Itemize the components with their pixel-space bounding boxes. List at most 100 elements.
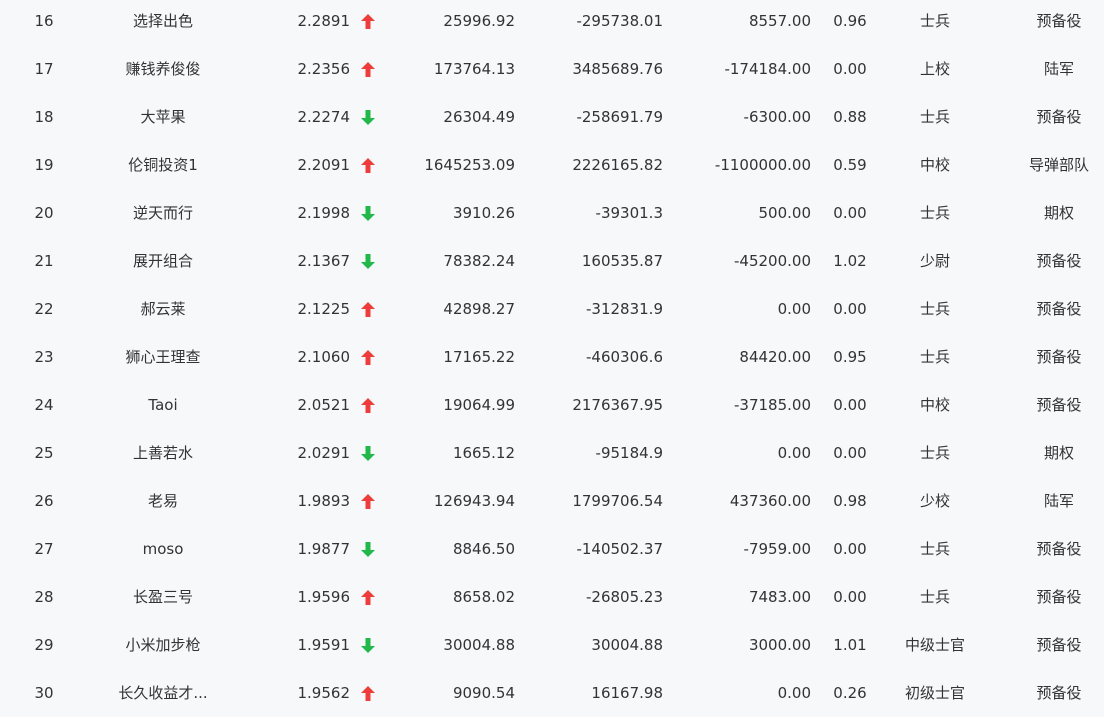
level-cell: 士兵 xyxy=(919,300,950,318)
rank-cell: 22 xyxy=(34,300,54,318)
ratio-cell: 0.95 xyxy=(833,348,867,366)
level-cell: 士兵 xyxy=(919,588,950,606)
ratio-cell: 0.00 xyxy=(833,396,867,414)
rank-cell: 30 xyxy=(34,684,54,702)
name-cell[interactable]: 长盈三号 xyxy=(95,573,231,621)
value3-cell: -6300.00 xyxy=(743,108,811,126)
arrow-down-icon xyxy=(358,189,378,237)
arrow-up-icon xyxy=(358,285,378,333)
value2-cell: 30004.88 xyxy=(591,636,663,654)
rank-cell: 16 xyxy=(34,12,54,30)
level-cell: 中校 xyxy=(919,396,950,414)
ranking-table: 16 选择出色 2.2891 25996.92 -295738.01 8557.… xyxy=(0,0,1104,717)
score-cell: 1.9877 xyxy=(297,540,351,558)
rank-cell: 20 xyxy=(34,204,54,222)
score-cell: 1.9562 xyxy=(297,684,351,702)
name-cell[interactable]: 郝云莱 xyxy=(95,285,231,333)
name-cell[interactable]: 长久收益才... xyxy=(95,669,231,717)
rank-cell: 17 xyxy=(34,60,54,78)
table-row[interactable]: 19 伦铜投资1 2.2091 1645253.09 2226165.82 -1… xyxy=(0,141,1104,189)
arrow-up-icon xyxy=(358,381,378,429)
value1-cell: 42898.27 xyxy=(443,300,515,318)
name-cell[interactable]: 狮心王理查 xyxy=(95,333,231,381)
level-cell: 少校 xyxy=(919,492,950,510)
table-row[interactable]: 24 Taoi 2.0521 19064.99 2176367.95 -3718… xyxy=(0,381,1104,429)
table-row[interactable]: 16 选择出色 2.2891 25996.92 -295738.01 8557.… xyxy=(0,0,1104,45)
level-cell: 士兵 xyxy=(919,540,950,558)
level-cell: 士兵 xyxy=(919,444,950,462)
name-cell[interactable]: 展开组合 xyxy=(95,237,231,285)
table-row[interactable]: 27 moso 1.9877 8846.50 -140502.37 -7959.… xyxy=(0,525,1104,573)
table-row[interactable]: 28 长盈三号 1.9596 8658.02 -26805.23 7483.00… xyxy=(0,573,1104,621)
table-row[interactable]: 23 狮心王理查 2.1060 17165.22 -460306.6 84420… xyxy=(0,333,1104,381)
name-cell[interactable]: 老易 xyxy=(95,477,231,525)
level-cell: 士兵 xyxy=(919,348,950,366)
table-row[interactable]: 29 小米加步枪 1.9591 30004.88 30004.88 3000.0… xyxy=(0,621,1104,669)
rank-cell: 25 xyxy=(34,444,54,462)
value1-cell: 8658.02 xyxy=(452,588,515,606)
value3-cell: -1100000.00 xyxy=(714,156,811,174)
value1-cell: 1665.12 xyxy=(452,444,515,462)
table-row[interactable]: 30 长久收益才... 1.9562 9090.54 16167.98 0.00… xyxy=(0,669,1104,717)
value2-cell: -140502.37 xyxy=(576,540,663,558)
rank-cell: 29 xyxy=(34,636,54,654)
level-cell: 中级士官 xyxy=(904,636,965,654)
score-cell: 2.1225 xyxy=(297,300,351,318)
table-row[interactable]: 17 赚钱养俊俊 2.2356 173764.13 3485689.76 -17… xyxy=(0,45,1104,93)
value2-cell: 16167.98 xyxy=(591,684,663,702)
ratio-cell: 0.59 xyxy=(833,156,867,174)
value2-cell: -295738.01 xyxy=(576,12,663,30)
ratio-cell: 1.02 xyxy=(833,252,867,270)
level-cell: 初级士官 xyxy=(904,684,965,702)
name-cell[interactable]: 大苹果 xyxy=(95,93,231,141)
ratio-cell: 0.96 xyxy=(833,12,867,30)
name-cell[interactable]: 选择出色 xyxy=(95,0,231,45)
ratio-cell: 0.00 xyxy=(833,540,867,558)
score-cell: 2.1060 xyxy=(297,348,351,366)
level-cell: 中校 xyxy=(919,156,950,174)
category-cell: 预备役 xyxy=(1036,540,1082,558)
score-cell: 1.9596 xyxy=(297,588,351,606)
value3-cell: 7483.00 xyxy=(748,588,811,606)
table-row[interactable]: 22 郝云莱 2.1225 42898.27 -312831.9 0.00 0.… xyxy=(0,285,1104,333)
name-cell[interactable]: 上善若水 xyxy=(95,429,231,477)
value1-cell: 25996.92 xyxy=(443,12,515,30)
value1-cell: 126943.94 xyxy=(433,492,515,510)
name-cell[interactable]: 逆天而行 xyxy=(95,189,231,237)
name-cell[interactable]: 赚钱养俊俊 xyxy=(95,45,231,93)
table-row[interactable]: 21 展开组合 2.1367 78382.24 160535.87 -45200… xyxy=(0,237,1104,285)
rank-cell: 26 xyxy=(34,492,54,510)
arrow-up-icon xyxy=(358,0,378,45)
table-row[interactable]: 26 老易 1.9893 126943.94 1799706.54 437360… xyxy=(0,477,1104,525)
value3-cell: -7959.00 xyxy=(743,540,811,558)
value1-cell: 3910.26 xyxy=(452,204,515,222)
score-cell: 2.2356 xyxy=(297,60,351,78)
category-cell: 预备役 xyxy=(1036,684,1082,702)
rank-cell: 18 xyxy=(34,108,54,126)
table-row[interactable]: 20 逆天而行 2.1998 3910.26 -39301.3 500.00 0… xyxy=(0,189,1104,237)
category-cell: 期权 xyxy=(1043,204,1074,222)
value1-cell: 173764.13 xyxy=(433,60,515,78)
name-cell[interactable]: 小米加步枪 xyxy=(95,621,231,669)
ratio-cell: 0.98 xyxy=(833,492,867,510)
table-row[interactable]: 25 上善若水 2.0291 1665.12 -95184.9 0.00 0.0… xyxy=(0,429,1104,477)
level-cell: 少尉 xyxy=(919,252,950,270)
value2-cell: -460306.6 xyxy=(586,348,663,366)
name-cell[interactable]: Taoi xyxy=(95,381,231,429)
level-cell: 士兵 xyxy=(919,108,950,126)
score-cell: 2.1998 xyxy=(297,204,351,222)
arrow-down-icon xyxy=(358,237,378,285)
rank-cell: 19 xyxy=(34,156,54,174)
name-cell[interactable]: 伦铜投资1 xyxy=(95,141,231,189)
ratio-cell: 0.26 xyxy=(833,684,867,702)
category-cell: 预备役 xyxy=(1036,12,1082,30)
value3-cell: -174184.00 xyxy=(724,60,811,78)
ratio-cell: 0.00 xyxy=(833,444,867,462)
table-row[interactable]: 18 大苹果 2.2274 26304.49 -258691.79 -6300.… xyxy=(0,93,1104,141)
score-cell: 2.2091 xyxy=(297,156,351,174)
value2-cell: -39301.3 xyxy=(595,204,663,222)
ratio-cell: 0.00 xyxy=(833,588,867,606)
name-cell[interactable]: moso xyxy=(95,525,231,573)
ratio-cell: 0.00 xyxy=(833,204,867,222)
value2-cell: -95184.9 xyxy=(595,444,663,462)
